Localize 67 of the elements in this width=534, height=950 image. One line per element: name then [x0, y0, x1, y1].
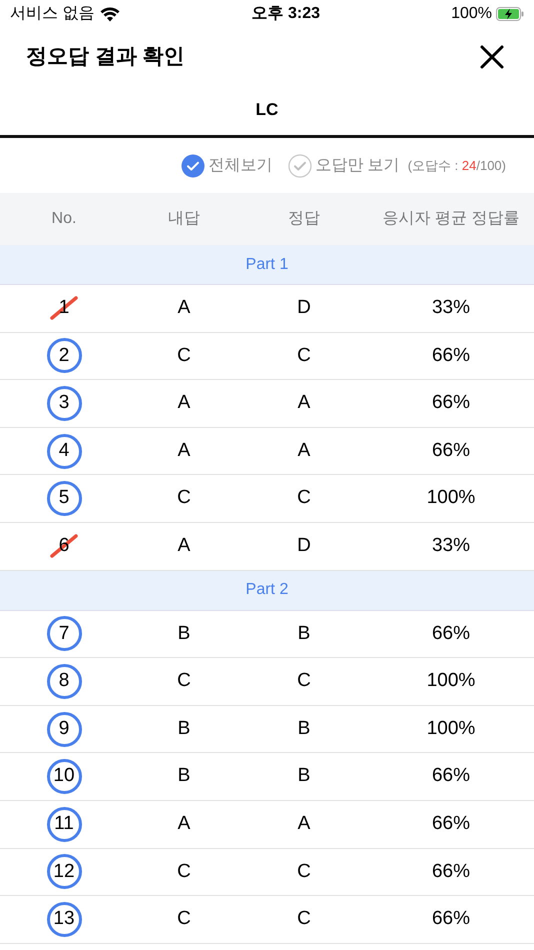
rate-cell-text: 66%	[432, 860, 470, 884]
my-answer-cell-text: C	[177, 344, 191, 368]
my-answer-cell-text: A	[178, 534, 190, 558]
question-number: 3	[46, 386, 82, 421]
part-label: Part 1	[246, 254, 288, 274]
question-number: 11	[46, 806, 82, 842]
question-number: 2	[46, 338, 82, 374]
answer-cell-text: C	[297, 344, 311, 368]
answer-cell-text: B	[298, 716, 310, 741]
part-label: Part 2	[246, 580, 288, 600]
answer-cell-text: A	[298, 391, 310, 416]
battery-percent: 100%	[451, 4, 492, 24]
question-number: 5	[46, 481, 82, 516]
rate-cell-text: 100%	[426, 716, 476, 741]
my-answer-cell-text: B	[178, 764, 190, 788]
answer-cell-text: A	[298, 438, 310, 463]
rate-cell-text: 100%	[426, 669, 476, 694]
question-number: 8	[46, 664, 82, 699]
rate-cell-text: 33%	[432, 296, 470, 320]
page-title: 정오답 결과 확인	[26, 44, 185, 70]
wifi-icon	[100, 6, 120, 22]
answer-cell-text: D	[297, 296, 311, 320]
answer-cell-text: A	[298, 812, 310, 836]
wrong-count-text: (오답수 : 24/100)	[408, 156, 506, 175]
answer-cell-text: C	[297, 860, 311, 884]
rate-cell-text: 66%	[432, 907, 470, 932]
rate-cell-text: 66%	[432, 391, 470, 416]
answer-cell-text: C	[297, 669, 311, 694]
answer-cell-text: D	[297, 534, 311, 558]
answer-cell-text: B	[298, 764, 310, 788]
my-answer-cell-text: B	[178, 716, 190, 741]
my-answer-cell-text: C	[177, 860, 191, 884]
rate-cell-text: 66%	[432, 812, 470, 836]
filter-option[interactable]: 오답만 보기	[288, 154, 400, 178]
rate-cell-text: 66%	[432, 764, 470, 788]
column-header: 정답	[288, 209, 320, 229]
question-number: 10	[46, 759, 82, 794]
rate-cell-text: 33%	[432, 534, 470, 558]
question-number: 7	[46, 616, 82, 652]
my-answer-cell-text: A	[178, 296, 190, 320]
close-button[interactable]	[478, 42, 506, 70]
rate-cell-text: 66%	[432, 344, 470, 368]
question-number: 9	[46, 712, 82, 747]
answer-cell-text: C	[297, 907, 311, 932]
battery-charging-icon	[496, 7, 524, 21]
column-header: No.	[52, 209, 76, 229]
my-answer-cell-text: B	[178, 622, 190, 646]
rate-cell-text: 100%	[426, 486, 476, 510]
my-answer-cell-text: A	[178, 438, 190, 463]
my-answer-cell-text: A	[178, 812, 190, 836]
my-answer-cell-text: C	[177, 907, 191, 932]
answer-cell-text: C	[297, 486, 311, 510]
tab[interactable]: LC	[0, 85, 534, 138]
my-answer-cell-text: C	[177, 486, 191, 510]
rate-cell-text: 66%	[432, 438, 470, 463]
clock-text: 오후 3:23	[252, 4, 320, 24]
question-number: 12	[46, 854, 82, 890]
carrier-text: 서비스 없음	[10, 4, 94, 24]
my-answer-cell-text: A	[178, 391, 190, 416]
column-header: 내답	[168, 209, 200, 229]
question-number: 4	[46, 434, 82, 469]
my-answer-cell-text: C	[177, 669, 191, 694]
answer-cell-text: B	[298, 622, 310, 646]
question-number: 13	[46, 902, 82, 937]
rate-cell-text: 66%	[432, 622, 470, 646]
column-header: 응시자 평균 정답률	[382, 209, 520, 229]
filter-option[interactable]: 전체보기	[181, 154, 272, 178]
